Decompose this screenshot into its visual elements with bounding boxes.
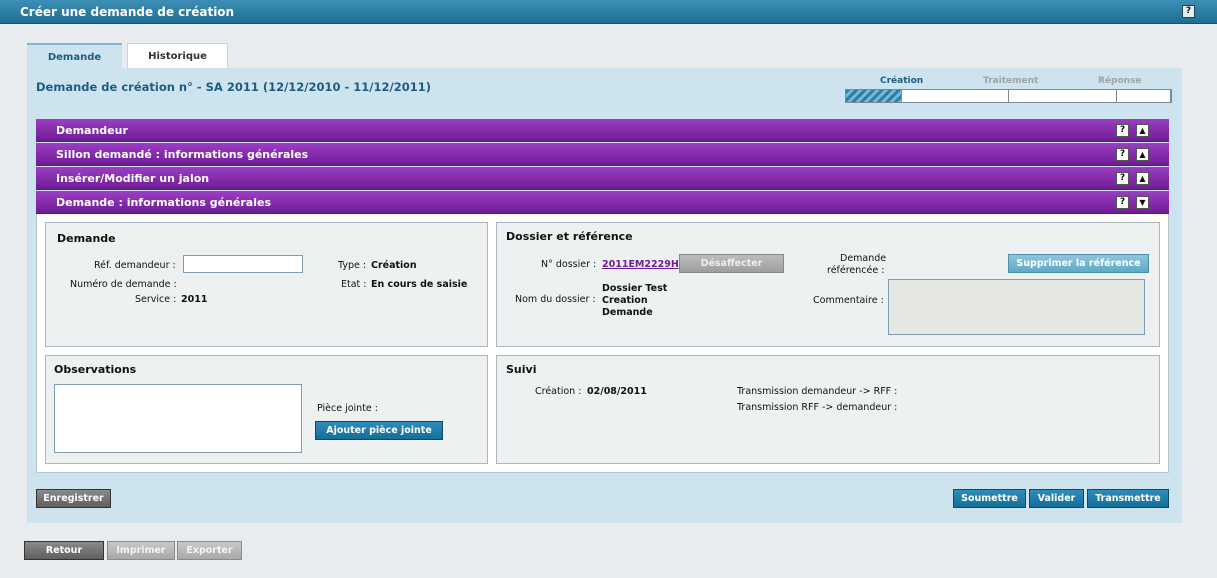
section-bar-demandeur[interactable]: Demandeur ? ▲	[36, 119, 1169, 142]
window-help-icon[interactable]: ?	[1182, 5, 1195, 18]
help-icon[interactable]: ?	[1116, 196, 1129, 209]
etat-value: En cours de saisie	[371, 279, 468, 290]
etat-label: Etat :	[341, 279, 367, 290]
section-bar-sillon[interactable]: Sillon demandé : informations générales …	[36, 143, 1169, 166]
valider-button[interactable]: Valider	[1029, 489, 1084, 508]
window-title: Créer une demande de création	[20, 5, 235, 19]
help-icon[interactable]: ?	[1116, 148, 1129, 161]
tab-demande[interactable]: Demande	[27, 43, 122, 69]
section-label: Demandeur	[56, 124, 128, 137]
section-label: Demande : informations générales	[56, 196, 271, 209]
transmission-rff-demandeur-label: Transmission RFF -> demandeur :	[737, 402, 898, 413]
progress-seg-creation	[902, 90, 1009, 102]
page-title: Demande de création n° - SA 2011 (12/12/…	[36, 80, 431, 94]
collapse-up-icon[interactable]: ▲	[1136, 124, 1149, 137]
observations-textarea[interactable]	[54, 384, 302, 453]
ref-demandeur-label: Réf. demandeur :	[94, 260, 176, 271]
observations-title: Observations	[54, 363, 137, 376]
progress-seg-traitement	[1009, 90, 1117, 102]
section-bar-demande-infos[interactable]: Demande : informations générales ? ▼	[36, 191, 1169, 214]
collapse-up-icon[interactable]: ▲	[1136, 148, 1149, 161]
piece-jointe-label: Pièce jointe :	[317, 403, 378, 414]
step-label-traitement: Traitement	[983, 76, 1039, 86]
exporter-button[interactable]: Exporter	[177, 541, 242, 560]
transmettre-button[interactable]: Transmettre	[1087, 489, 1169, 508]
transmission-demandeur-rff-label: Transmission demandeur -> RFF :	[737, 386, 898, 397]
num-dossier-link[interactable]: 2011EM2229H	[602, 259, 679, 270]
collapse-up-icon[interactable]: ▲	[1136, 172, 1149, 185]
help-icon[interactable]: ?	[1116, 172, 1129, 185]
service-value: 2011	[181, 294, 208, 305]
service-label: Service :	[135, 294, 177, 305]
suivi-title: Suivi	[506, 363, 537, 376]
step-label-creation: Création	[880, 76, 924, 86]
supprimer-reference-button[interactable]: Supprimer la référence	[1008, 254, 1149, 273]
commentaire-textarea[interactable]	[888, 279, 1145, 335]
expand-down-icon[interactable]: ▼	[1136, 196, 1149, 209]
window-titlebar: Créer une demande de création ?	[0, 0, 1217, 24]
retour-button[interactable]: Retour	[24, 541, 104, 560]
nom-dossier-label: Nom du dossier :	[515, 294, 596, 305]
section-label: Sillon demandé : informations générales	[56, 148, 309, 161]
nom-dossier-value-2: Creation	[602, 295, 648, 306]
suivi-box: Suivi Création : 02/08/2011 Transmission…	[496, 355, 1160, 464]
creation-date-label: Création :	[535, 386, 582, 397]
type-label: Type :	[338, 260, 367, 271]
enregistrer-button[interactable]: Enregistrer	[36, 489, 111, 508]
ajouter-piece-jointe-button[interactable]: Ajouter pièce jointe	[315, 421, 443, 440]
commentaire-label: Commentaire :	[813, 295, 884, 306]
progress-fill	[846, 90, 902, 102]
step-label-reponse: Réponse	[1098, 76, 1142, 86]
desaffecter-button[interactable]: Désaffecter	[679, 254, 784, 273]
demande-referencee-label-1: Demande	[840, 253, 887, 264]
num-dossier-label: N° dossier :	[541, 259, 597, 270]
nom-dossier-value-3: Demande	[602, 307, 653, 318]
numero-demande-label: Numéro de demande :	[70, 279, 177, 290]
progress-seg-reponse	[1117, 90, 1171, 102]
demande-title: Demande	[57, 232, 116, 245]
creation-date-value: 02/08/2011	[587, 386, 647, 397]
imprimer-button[interactable]: Imprimer	[107, 541, 175, 560]
demande-referencee-label-2: référencée :	[827, 265, 885, 276]
demande-box: Demande Réf. demandeur : Numéro de deman…	[45, 222, 488, 347]
ref-demandeur-input[interactable]	[183, 255, 303, 273]
section-bar-jalon[interactable]: Insérer/Modifier un jalon ? ▲	[36, 167, 1169, 190]
soumettre-button[interactable]: Soumettre	[953, 489, 1026, 508]
progress-bar	[845, 89, 1172, 103]
tab-historique[interactable]: Historique	[127, 43, 228, 69]
nom-dossier-value-1: Dossier Test	[602, 283, 668, 294]
help-icon[interactable]: ?	[1116, 124, 1129, 137]
dossier-title: Dossier et référence	[506, 230, 633, 243]
section-label: Insérer/Modifier un jalon	[56, 172, 210, 185]
type-value: Création	[371, 260, 417, 271]
